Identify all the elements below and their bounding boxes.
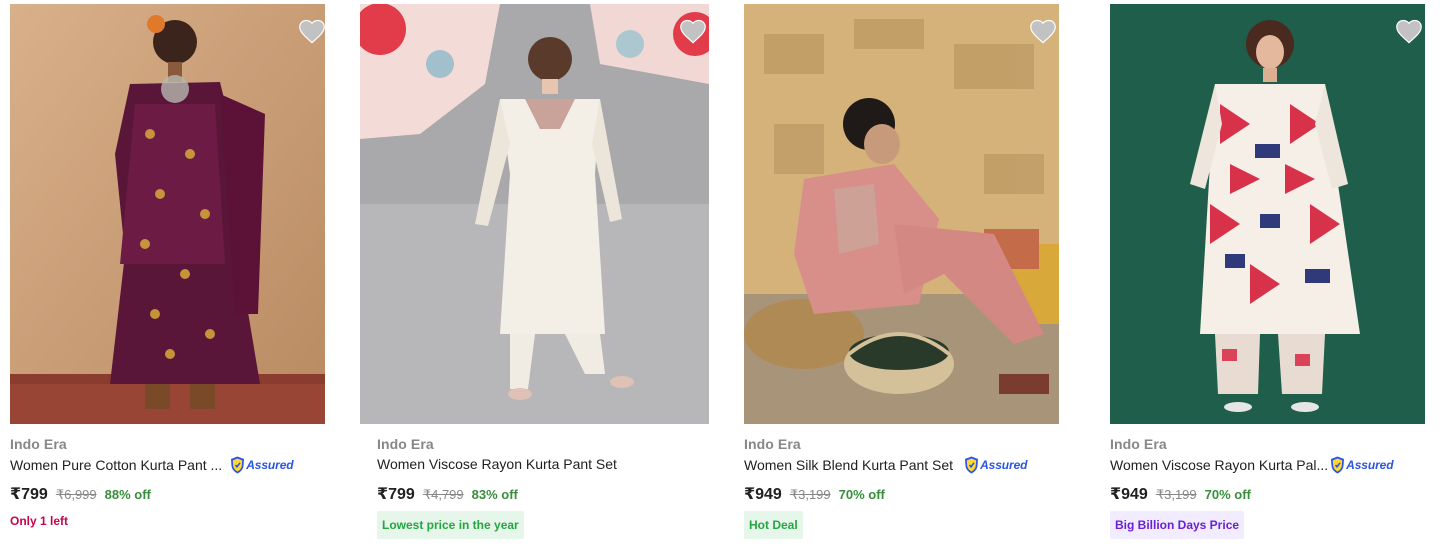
assured-label: Assured [246,458,294,472]
product-image[interactable] [1110,4,1425,424]
deal-badge: Lowest price in the year [377,511,524,539]
assured-shield-icon [231,456,245,474]
product-card[interactable]: Indo Era Women Pure Cotton Kurta Pant ..… [10,4,325,549]
product-discount: 70% off [1204,487,1251,502]
product-photo [10,4,325,424]
assured-shield-icon [965,456,979,474]
product-photo [1110,4,1425,424]
assured-badge: Assured [964,456,1028,474]
heart-icon [299,19,325,44]
product-image[interactable] [10,4,325,424]
product-mrp: ₹3,199 [1155,487,1197,502]
assured-shield-icon [1331,456,1345,474]
product-mrp: ₹4,799 [422,487,464,502]
product-card[interactable]: Indo Era Women Silk Blend Kurta Pant Set… [744,4,1059,549]
product-card[interactable]: Indo Era Women Viscose Rayon Kurta Pant … [360,4,709,549]
heart-icon [680,19,706,44]
product-discount: 83% off [471,487,518,502]
product-price: ₹799 [10,486,48,503]
product-brand: Indo Era [10,436,67,452]
product-image[interactable] [360,4,709,424]
product-price: ₹949 [744,486,782,503]
product-title[interactable]: Women Viscose Rayon Kurta Pal... [1110,457,1328,473]
wishlist-button[interactable] [1395,18,1425,46]
product-mrp: ₹3,199 [789,487,831,502]
product-title[interactable]: Women Silk Blend Kurta Pant Set [744,457,953,473]
product-brand: Indo Era [377,436,434,452]
stock-note: Only 1 left [10,514,69,528]
assured-badge: Assured [1330,456,1394,474]
assured-label: Assured [1346,458,1394,472]
product-photo [744,4,1059,424]
product-price: ₹799 [377,486,415,503]
wishlist-button[interactable] [679,18,709,46]
product-image[interactable] [744,4,1059,424]
product-price: ₹949 [1110,486,1148,503]
product-title[interactable]: Women Viscose Rayon Kurta Pant Set [377,456,617,472]
product-photo [360,4,709,424]
assured-label: Assured [980,458,1028,472]
product-mrp: ₹6,999 [55,487,97,502]
product-title[interactable]: Women Pure Cotton Kurta Pant ... [10,457,222,473]
product-discount: 70% off [838,487,885,502]
deal-badge: Big Billion Days Price [1110,511,1245,539]
product-brand: Indo Era [1110,436,1167,452]
wishlist-button[interactable] [298,18,325,46]
wishlist-button[interactable] [1029,18,1059,46]
assured-badge: Assured [230,456,294,474]
product-discount: 88% off [104,487,151,502]
product-card[interactable]: Indo Era Women Viscose Rayon Kurta Pal..… [1110,4,1425,549]
deal-badge: Hot Deal [744,511,803,539]
heart-icon [1396,19,1422,44]
heart-icon [1030,19,1056,44]
product-brand: Indo Era [744,436,801,452]
